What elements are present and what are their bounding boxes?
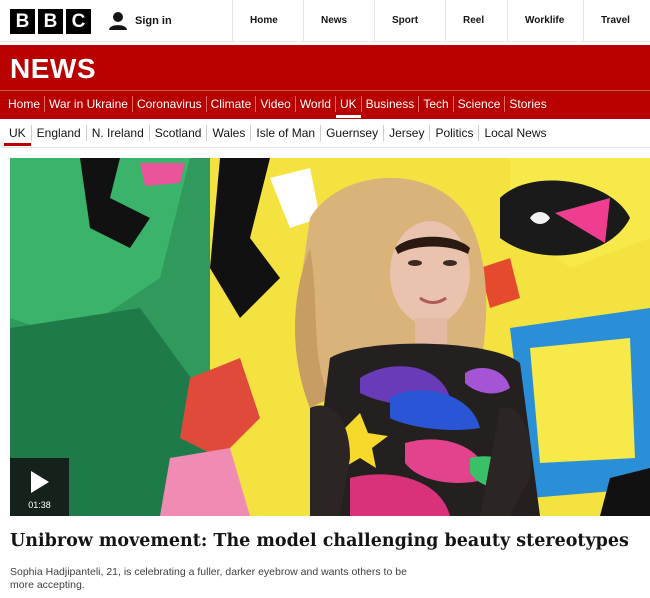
logo-letter-b1: B: [10, 9, 35, 34]
section-nav-tech[interactable]: Tech: [419, 96, 454, 112]
top-nav-sport[interactable]: Sport: [374, 0, 445, 42]
news-title[interactable]: NEWS: [10, 53, 96, 85]
section-nav-business[interactable]: Business: [362, 96, 420, 112]
user-icon: [109, 12, 127, 30]
sub-nav-uk[interactable]: UK: [4, 125, 32, 146]
section-nav-uk[interactable]: UK: [335, 96, 362, 118]
news-header-divider: [0, 90, 650, 91]
sign-in-label: Sign in: [135, 15, 172, 27]
top-bar: B B C Sign in Home News Sport Reel Workl…: [0, 0, 650, 42]
section-nav-stories[interactable]: Stories: [505, 96, 550, 112]
sub-nav: UK England N. Ireland Scotland Wales Isl…: [4, 122, 551, 146]
video-duration: 01:38: [28, 500, 51, 510]
logo-letter-b2: B: [38, 9, 63, 34]
section-nav-war-in-ukraine[interactable]: War in Ukraine: [45, 96, 133, 112]
play-icon: [31, 471, 49, 493]
sub-nav-guernsey[interactable]: Guernsey: [321, 125, 385, 141]
news-header: NEWS Home War in Ukraine Coronavirus Cli…: [0, 45, 650, 119]
sub-nav-isle-of-man[interactable]: Isle of Man: [251, 125, 322, 141]
logo-letter-c: C: [66, 9, 91, 34]
top-nav-news[interactable]: News: [303, 0, 374, 42]
section-nav-world[interactable]: World: [296, 96, 336, 112]
play-button[interactable]: 01:38: [10, 458, 69, 516]
section-nav-video[interactable]: Video: [256, 96, 296, 112]
sign-in-button[interactable]: Sign in: [108, 10, 172, 32]
sub-nav-n-ireland[interactable]: N. Ireland: [87, 125, 150, 141]
sub-nav-divider: [0, 147, 650, 148]
article-summary: Sophia Hadjipanteli, 21, is celebrating …: [10, 566, 407, 591]
sub-nav-scotland[interactable]: Scotland: [150, 125, 208, 141]
sub-nav-wales[interactable]: Wales: [207, 125, 252, 141]
sub-nav-jersey[interactable]: Jersey: [384, 125, 431, 141]
section-nav-coronavirus[interactable]: Coronavirus: [133, 96, 207, 112]
section-nav-science[interactable]: Science: [454, 96, 506, 112]
top-nav: Home News Sport Reel Worklife Travel: [232, 0, 650, 42]
top-nav-reel[interactable]: Reel: [445, 0, 507, 42]
article-headline[interactable]: Unibrow movement: The model challenging …: [10, 531, 629, 551]
section-nav-home[interactable]: Home: [4, 96, 46, 112]
bbc-logo[interactable]: B B C: [10, 9, 91, 34]
section-nav-climate[interactable]: Climate: [207, 96, 257, 112]
top-nav-home[interactable]: Home: [232, 0, 303, 42]
video-still-image: [10, 158, 650, 516]
sub-nav-local-news[interactable]: Local News: [479, 125, 551, 141]
sub-nav-politics[interactable]: Politics: [430, 125, 480, 141]
section-nav: Home War in Ukraine Coronavirus Climate …: [4, 92, 551, 118]
top-nav-worklife[interactable]: Worklife: [507, 0, 583, 42]
top-nav-travel[interactable]: Travel: [583, 0, 650, 42]
sub-nav-england[interactable]: England: [32, 125, 87, 141]
video-player[interactable]: 01:38: [10, 158, 650, 516]
